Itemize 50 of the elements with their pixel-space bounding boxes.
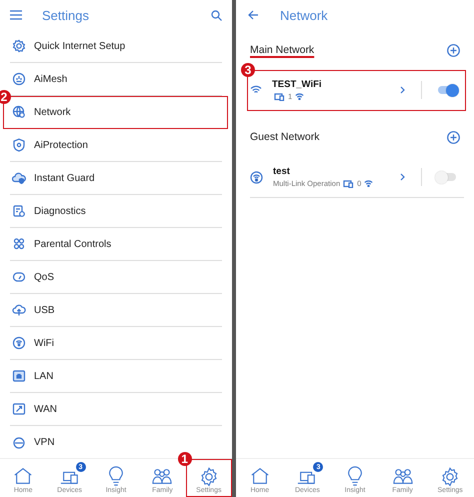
settings-item[interactable]: USB	[10, 294, 222, 327]
wifi-icon	[364, 180, 374, 187]
network-name: TEST_WiFi	[272, 79, 323, 90]
wan-port-icon	[12, 402, 26, 416]
wifi-icon	[295, 93, 304, 100]
settings-item[interactable]: LAN	[10, 360, 222, 393]
step-marker: 1	[178, 452, 192, 466]
cloud-shield-icon	[12, 171, 26, 185]
add-icon	[447, 130, 460, 144]
wifi-icon	[250, 85, 262, 95]
chevron-right-icon	[400, 86, 405, 94]
wifi-icon	[12, 336, 26, 350]
screen-title: Settings	[42, 8, 90, 22]
cloud-upload-icon	[12, 303, 26, 317]
back-arrow-icon	[248, 10, 258, 20]
globe-icon	[12, 105, 26, 119]
devices-icon	[274, 92, 285, 100]
toggle-switch[interactable]	[438, 173, 456, 181]
people-icon	[151, 466, 174, 486]
clipboard-icon	[12, 204, 26, 218]
settings-item[interactable]: Parental Controls	[10, 228, 222, 261]
menu-icon	[10, 10, 22, 20]
step-marker: 2	[0, 90, 11, 104]
home-icon	[12, 466, 34, 486]
section-title: Main Network	[250, 44, 314, 56]
wifi-link-icon	[250, 170, 263, 184]
section-title: Guest Network	[250, 131, 320, 143]
people-icon	[392, 466, 414, 486]
gear-icon	[12, 39, 26, 53]
devices-icon	[343, 180, 354, 188]
chevron-right-icon	[400, 173, 405, 181]
home-icon	[248, 466, 271, 486]
lan-port-icon	[12, 369, 26, 383]
settings-item[interactable]: Diagnostics	[10, 195, 222, 228]
network-name: test	[273, 166, 291, 177]
settings-item[interactable]: QoS	[10, 261, 222, 294]
gauge-icon	[12, 270, 26, 284]
screen-title: Network	[280, 8, 328, 22]
toggle-switch[interactable]	[438, 86, 456, 94]
settings-item[interactable]: AiProtection	[10, 129, 222, 162]
settings-item[interactable]: AiMesh	[10, 63, 222, 96]
settings-item[interactable]: Quick Internet Setup	[10, 30, 222, 63]
step-marker: 3	[241, 63, 255, 77]
people-icon	[12, 237, 26, 251]
search-icon	[211, 10, 222, 20]
shield-icon	[12, 138, 26, 152]
settings-item[interactable]: WiFi	[10, 327, 222, 360]
settings-item[interactable]: Instant Guard	[10, 162, 222, 195]
add-icon	[447, 44, 460, 56]
settings-item[interactable]: WAN	[10, 393, 222, 426]
